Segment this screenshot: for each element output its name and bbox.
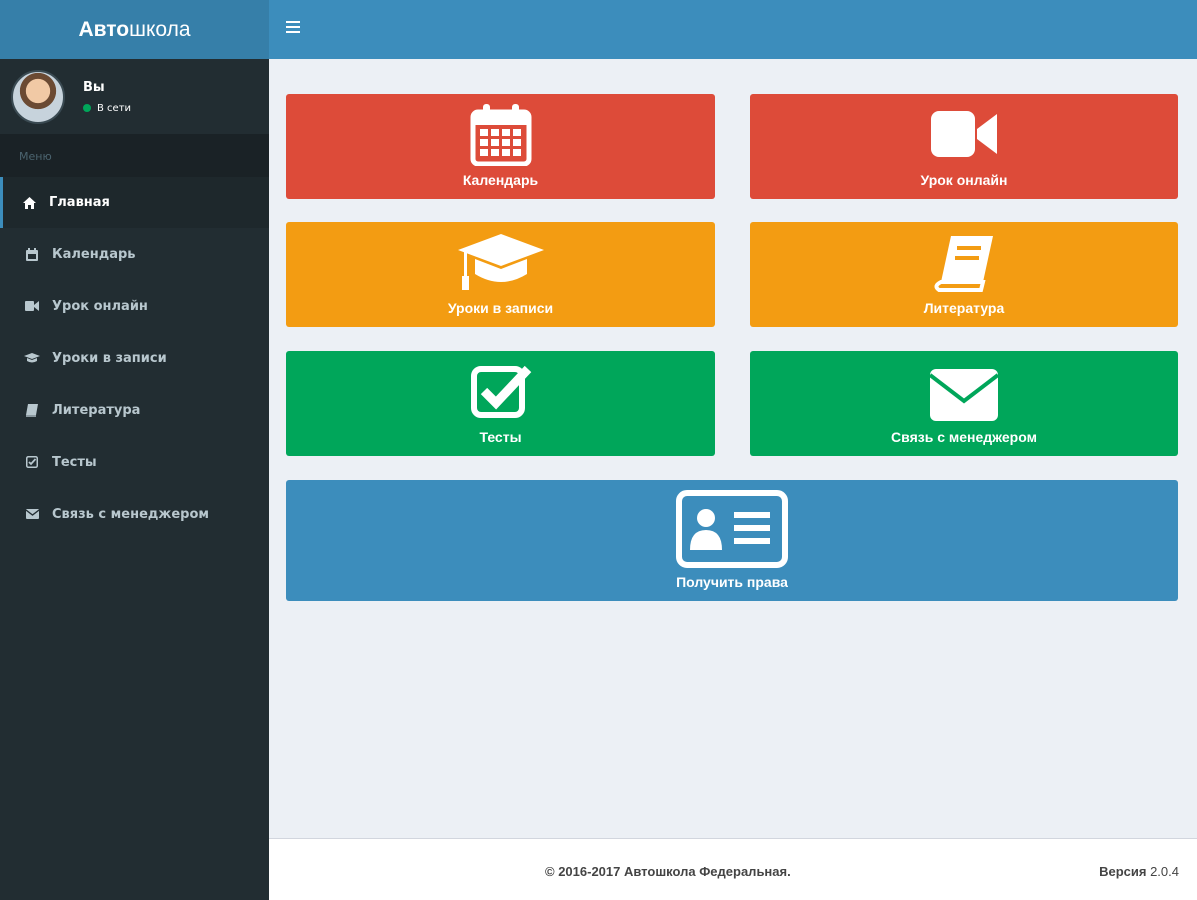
sidebar-item-online-lesson[interactable]: Урок онлайн: [0, 280, 269, 332]
book-icon: [934, 236, 993, 292]
tile-tests[interactable]: Тесты: [286, 351, 715, 456]
tile-calendar[interactable]: Календарь: [286, 94, 715, 199]
sidebar-item-label: Главная: [49, 195, 110, 210]
sidebar-item-calendar[interactable]: Календарь: [0, 228, 269, 280]
user-status-label: В сети: [97, 102, 132, 114]
sidebar-toggle-button[interactable]: [286, 21, 300, 33]
user-panel: Вы В сети: [0, 59, 269, 134]
version-number: 2.0.4: [1150, 864, 1179, 879]
tile-label: Получить права: [676, 574, 788, 590]
menu-header: Меню: [0, 134, 269, 177]
app-logo[interactable]: Авто школа: [0, 0, 269, 59]
envelope-icon: [930, 369, 998, 421]
sidebar-item-label: Календарь: [52, 246, 136, 262]
logo-rest: школа: [129, 17, 191, 41]
sidebar-item-label: Связь с менеджером: [52, 506, 210, 522]
calendar-icon: [23, 247, 41, 261]
tile-recorded-lessons[interactable]: Уроки в записи: [286, 222, 715, 327]
tile-label: Тесты: [479, 429, 522, 445]
tile-label: Уроки в записи: [447, 300, 554, 316]
footer: © 2016-2017 Автошкола Федеральная. Верси…: [269, 838, 1197, 900]
tile-literature[interactable]: Литература: [750, 222, 1178, 327]
top-navbar: [269, 0, 1197, 59]
video-camera-icon: [23, 301, 41, 311]
avatar: [11, 69, 65, 124]
id-card-icon: [676, 490, 788, 568]
sidebar-item-manager[interactable]: Связь с менеджером: [0, 488, 269, 540]
check-square-icon: [23, 456, 41, 468]
sidebar-item-label: Урок онлайн: [52, 298, 148, 314]
tile-label: Связь с менеджером: [891, 429, 1037, 445]
calendar-icon: [470, 104, 531, 166]
sidebar-item-literature[interactable]: Литература: [0, 384, 269, 436]
graduation-cap-icon: [457, 234, 544, 290]
tile-get-license[interactable]: Получить права: [286, 480, 1178, 601]
home-icon: [20, 196, 38, 209]
online-status-icon: [83, 104, 91, 112]
sidebar-item-label: Литература: [52, 402, 141, 418]
tile-label: Литература: [923, 300, 1005, 316]
tile-label: Урок онлайн: [920, 172, 1008, 188]
tile-online-lesson[interactable]: Урок онлайн: [750, 94, 1178, 199]
sidebar-item-label: Уроки в записи: [52, 350, 167, 366]
tile-manager-contact[interactable]: Связь с менеджером: [750, 351, 1178, 456]
video-camera-icon: [931, 111, 997, 157]
sidebar-item-home[interactable]: Главная: [0, 177, 269, 228]
user-name: Вы: [83, 79, 105, 95]
graduation-cap-icon: [23, 352, 41, 364]
check-square-icon: [470, 365, 531, 418]
version-info: Версия 2.0.4: [1099, 864, 1179, 879]
sidebar-item-label: Тесты: [52, 454, 97, 470]
book-icon: [23, 403, 41, 417]
sidebar-item-recorded-lessons[interactable]: Уроки в записи: [0, 332, 269, 384]
sidebar: Авто школа Вы В сети Меню Главная Календа…: [0, 0, 269, 900]
version-label: Версия: [1099, 864, 1147, 879]
tile-label: Календарь: [462, 172, 539, 188]
sidebar-item-tests[interactable]: Тесты: [0, 436, 269, 488]
user-status: В сети: [83, 103, 131, 114]
envelope-icon: [23, 509, 41, 519]
copyright-text: © 2016-2017 Автошкола Федеральная.: [545, 864, 791, 879]
logo-bold: Авто: [78, 17, 130, 41]
